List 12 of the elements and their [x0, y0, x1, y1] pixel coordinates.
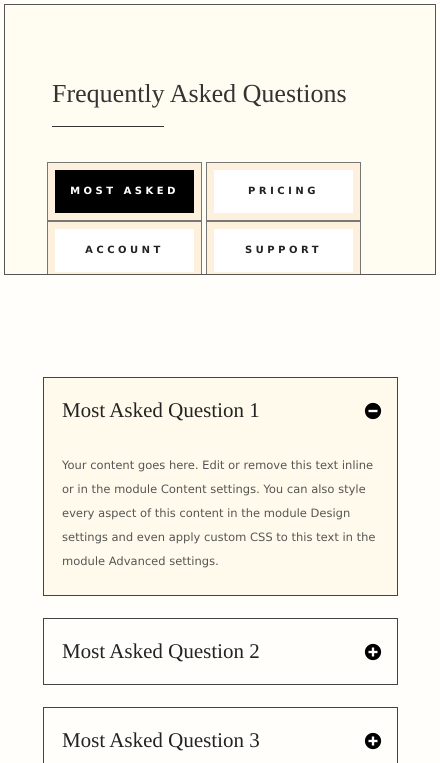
question-title[interactable]: Most Asked Question 1: [62, 398, 260, 423]
category-tab[interactable]: SUPPORT: [214, 229, 353, 272]
plus-circle-icon[interactable]: [364, 732, 382, 750]
question-title[interactable]: Most Asked Question 3: [62, 728, 260, 753]
page-title: Frequently Asked Questions: [52, 79, 348, 109]
question-title[interactable]: Most Asked Question 2: [62, 639, 260, 664]
answer-text: Your content goes here. Edit or remove this text inline or in the module Content settings. You can also style every aspect of this content in the module Design settings and even apply custom CSS to this text in the module Advanced settings.: [62, 457, 377, 570]
category-tab[interactable]: MOST ASKED: [55, 170, 194, 213]
category-tab[interactable]: ACCOUNT: [55, 229, 194, 272]
minus-circle-icon[interactable]: [364, 402, 382, 420]
plus-circle-icon[interactable]: [364, 642, 382, 660]
category-tab[interactable]: PRICING: [214, 170, 353, 213]
